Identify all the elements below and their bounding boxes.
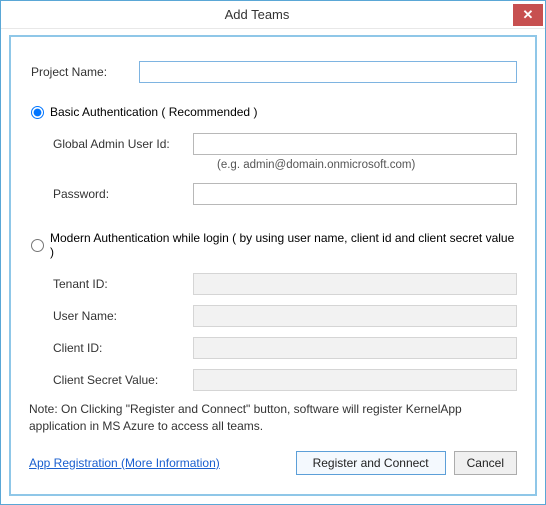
close-icon: ✕ bbox=[523, 8, 534, 21]
app-registration-link[interactable]: App Registration (More Information) bbox=[29, 456, 220, 470]
user-name-label: User Name: bbox=[53, 309, 193, 323]
project-name-label: Project Name: bbox=[29, 65, 139, 79]
cancel-button[interactable]: Cancel bbox=[454, 451, 517, 475]
dialog-body: Project Name: Basic Authentication ( Rec… bbox=[9, 35, 537, 496]
global-admin-hint-row: (e.g. admin@domain.onmicrosoft.com) bbox=[53, 159, 517, 171]
note-text: Note: On Clicking "Register and Connect"… bbox=[29, 401, 517, 435]
user-name-row: User Name: bbox=[53, 305, 517, 327]
tenant-id-row: Tenant ID: bbox=[53, 273, 517, 295]
password-row: Password: bbox=[53, 183, 517, 205]
client-secret-row: Client Secret Value: bbox=[53, 369, 517, 391]
tenant-id-input[interactable] bbox=[193, 273, 517, 295]
bottom-row: App Registration (More Information) Regi… bbox=[29, 451, 517, 475]
tenant-id-label: Tenant ID: bbox=[53, 277, 193, 291]
global-admin-row: Global Admin User Id: bbox=[53, 133, 517, 155]
user-name-input[interactable] bbox=[193, 305, 517, 327]
client-id-input[interactable] bbox=[193, 337, 517, 359]
dialog-window: Add Teams ✕ Project Name: Basic Authenti… bbox=[0, 0, 546, 505]
password-label: Password: bbox=[53, 187, 193, 201]
global-admin-hint: (e.g. admin@domain.onmicrosoft.com) bbox=[217, 159, 415, 171]
register-connect-button[interactable]: Register and Connect bbox=[296, 451, 446, 475]
basic-auth-radio-row[interactable]: Basic Authentication ( Recommended ) bbox=[29, 105, 517, 119]
global-admin-label: Global Admin User Id: bbox=[53, 137, 193, 151]
global-admin-input[interactable] bbox=[193, 133, 517, 155]
titlebar: Add Teams ✕ bbox=[1, 1, 545, 29]
basic-auth-radio-label: Basic Authentication ( Recommended ) bbox=[50, 105, 257, 119]
basic-auth-radio[interactable] bbox=[31, 106, 44, 119]
client-id-label: Client ID: bbox=[53, 341, 193, 355]
client-secret-input[interactable] bbox=[193, 369, 517, 391]
password-input[interactable] bbox=[193, 183, 517, 205]
modern-auth-radio-row[interactable]: Modern Authentication while login ( by u… bbox=[29, 231, 517, 259]
modern-auth-block: Tenant ID: User Name: Client ID: Client … bbox=[29, 273, 517, 391]
client-id-row: Client ID: bbox=[53, 337, 517, 359]
project-name-input[interactable] bbox=[139, 61, 517, 83]
close-button[interactable]: ✕ bbox=[513, 4, 543, 26]
basic-auth-block: Global Admin User Id: (e.g. admin@domain… bbox=[29, 133, 517, 205]
project-name-row: Project Name: bbox=[29, 61, 517, 83]
modern-auth-radio[interactable] bbox=[31, 239, 44, 252]
window-title: Add Teams bbox=[1, 7, 513, 22]
modern-auth-radio-label: Modern Authentication while login ( by u… bbox=[50, 231, 517, 259]
client-secret-label: Client Secret Value: bbox=[53, 373, 193, 387]
